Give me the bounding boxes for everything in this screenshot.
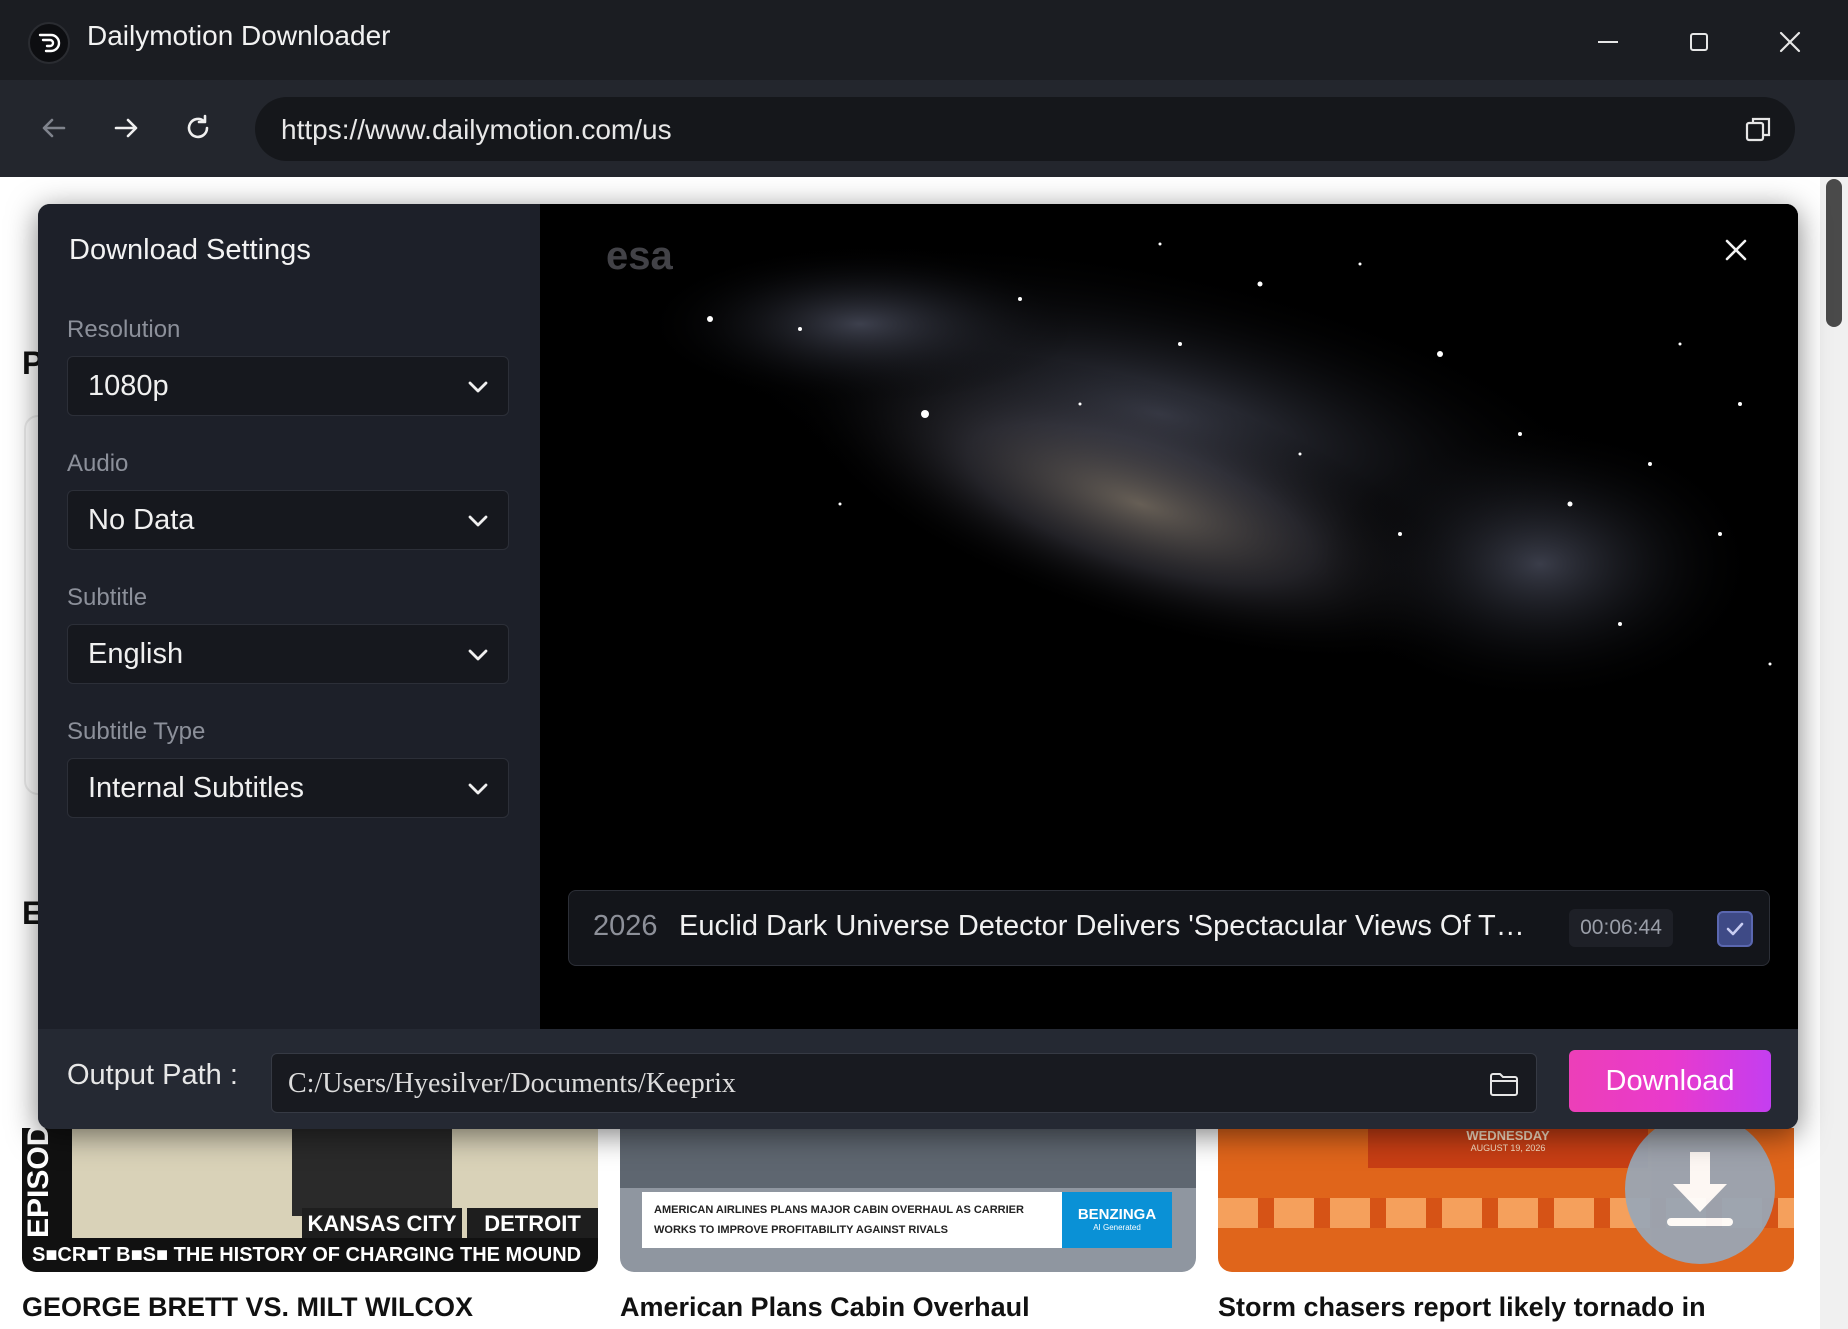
thumbnail-runway [620, 1128, 1196, 1188]
subtitle-label: Subtitle [67, 584, 148, 611]
arrow-right-icon [114, 118, 138, 138]
thumbnail-date-subtext: AUGUST 19, 2026 [1470, 1143, 1546, 1153]
output-path-text: C:/Users/Hyesilver/Documents/Keeprix [288, 1068, 736, 1099]
output-path-field[interactable]: C:/Users/Hyesilver/Documents/Keeprix [271, 1053, 1537, 1113]
maximize-button[interactable] [1679, 22, 1719, 62]
subtitle-type-label: Subtitle Type [67, 718, 206, 745]
minimize-button[interactable] [1588, 22, 1628, 62]
output-bar: Output Path : C:/Users/Hyesilver/Documen… [38, 1029, 1798, 1129]
audio-value: No Data [88, 504, 195, 536]
folder-icon[interactable] [1488, 1068, 1520, 1100]
resolution-label: Resolution [67, 316, 181, 343]
download-settings-dialog: Download Settings Resolution 1080p Audio… [38, 204, 1798, 1129]
close-window-button[interactable] [1770, 22, 1810, 62]
close-dialog-icon[interactable] [1720, 234, 1752, 266]
video-select-checkbox[interactable] [1717, 911, 1753, 947]
forward-button[interactable] [104, 106, 148, 150]
thumbnail-date-box: WEDNESDAY AUGUST 19, 2026 [1368, 1128, 1648, 1168]
resolution-value: 1080p [88, 370, 169, 402]
subtitle-type-select[interactable]: Internal Subtitles [67, 758, 509, 818]
resolution-select[interactable]: 1080p [67, 356, 509, 416]
close-icon [1779, 31, 1801, 53]
thumbnail-caption-band: S■CR■T B■S■ THE HISTORY OF CHARGING THE … [22, 1238, 598, 1272]
thumbnail-news-banner: AMERICAN AIRLINES PLANS MAJOR CABIN OVER… [642, 1192, 1062, 1248]
esa-watermark: esa [606, 234, 673, 278]
check-icon [1726, 922, 1744, 936]
chevron-down-icon [468, 783, 488, 795]
settings-panel: Download Settings Resolution 1080p Audio… [38, 204, 540, 1029]
thumbnail-text-kansas: KANSAS CITY [302, 1208, 462, 1238]
maximize-icon [1690, 33, 1708, 51]
output-path-label: Output Path : [67, 1059, 238, 1091]
video-thumbnail-1[interactable]: EPISODE KANSAS CITY DETROIT S■CR■T B■S■ … [22, 1128, 598, 1272]
thumbnail-panel [292, 1128, 452, 1216]
audio-label: Audio [67, 450, 129, 477]
download-button[interactable]: Download [1569, 1050, 1771, 1112]
subtitle-select[interactable]: English [67, 624, 509, 684]
video-year: 2026 [593, 910, 658, 942]
thumbnail-vertical-text: EPISODE [22, 1128, 72, 1238]
scroll-thumb[interactable] [1826, 179, 1842, 327]
thumbnail-news-logo: BENZINGA AI Generated [1062, 1192, 1172, 1248]
title-bar: Dailymotion Downloader [0, 0, 1848, 80]
reload-button[interactable] [176, 106, 220, 150]
subtitle-type-value: Internal Subtitles [88, 772, 305, 804]
video-duration: 00:06:44 [1569, 909, 1673, 947]
arrow-left-icon [42, 118, 66, 138]
chevron-down-icon [468, 515, 488, 527]
download-arrow-icon [1667, 1152, 1733, 1226]
video-list-item[interactable]: 2026 Euclid Dark Universe Detector Deliv… [568, 890, 1770, 966]
copy-icon[interactable] [1743, 114, 1773, 144]
reload-icon [187, 114, 209, 139]
video-title: Euclid Dark Universe Detector Delivers '… [679, 910, 1539, 942]
thumbnail-news-logo-text: BENZINGA [1077, 1206, 1157, 1223]
video-thumbnail-2[interactable]: AMERICAN AIRLINES PLANS MAJOR CABIN OVER… [620, 1128, 1196, 1272]
chevron-down-icon [468, 649, 488, 661]
back-button[interactable] [32, 106, 76, 150]
thumbnail-news-logo-subtext: AI Generated [1093, 1223, 1141, 1232]
subtitle-value: English [88, 638, 184, 670]
dialog-title: Download Settings [69, 234, 311, 266]
url-text: https://www.dailymotion.com/us [281, 114, 672, 145]
page-scrollbar[interactable] [1820, 177, 1848, 1329]
app-title: Dailymotion Downloader [87, 20, 391, 51]
url-bar[interactable]: https://www.dailymotion.com/us [255, 97, 1795, 161]
video-title-1[interactable]: GEORGE BRETT VS. MILT WILCOX [22, 1292, 473, 1323]
app-window: Dailymotion Downloader https://www.daily… [0, 0, 1848, 1329]
floating-download-button[interactable] [1625, 1114, 1775, 1264]
audio-select[interactable]: No Data [67, 490, 509, 550]
app-logo [28, 22, 70, 64]
video-title-2[interactable]: American Plans Cabin Overhaul [620, 1292, 1030, 1323]
video-title-3[interactable]: Storm chasers report likely tornado in [1218, 1292, 1706, 1323]
thumbnail-date-text: WEDNESDAY [1466, 1128, 1550, 1143]
navigation-bar: https://www.dailymotion.com/us [0, 80, 1848, 177]
app-logo-icon [38, 33, 61, 53]
minimize-icon [1598, 41, 1618, 43]
thumbnail-text-detroit: DETROIT [467, 1208, 598, 1238]
galaxy-preview-image [540, 204, 1798, 884]
chevron-down-icon [468, 381, 488, 393]
